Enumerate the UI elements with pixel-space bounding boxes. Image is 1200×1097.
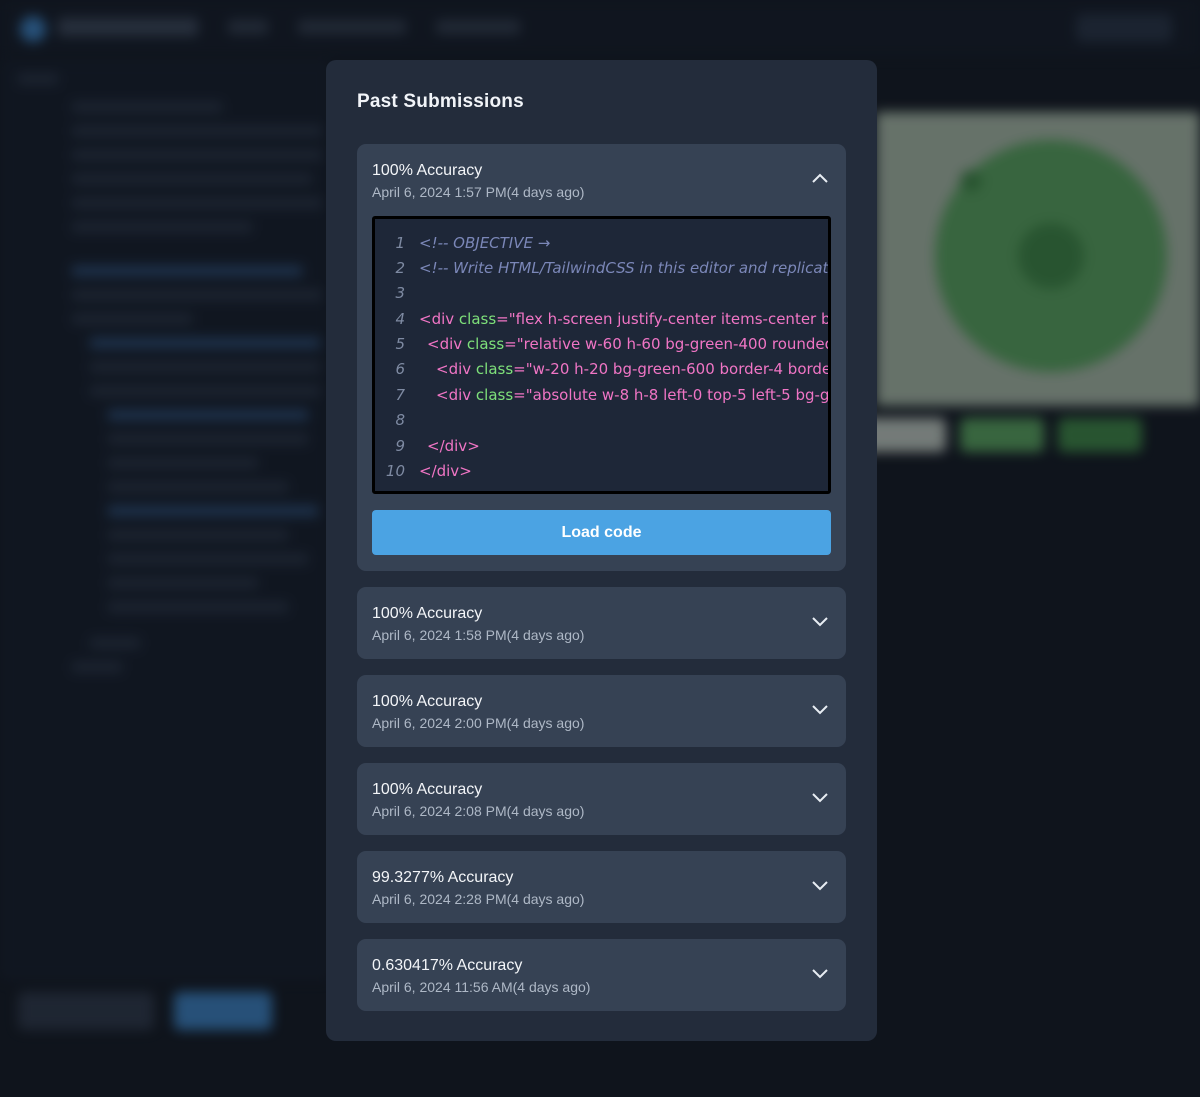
background-swatch-3 [1058, 418, 1142, 452]
submission-accuracy: 99.3277% Accuracy [372, 869, 514, 886]
chevron-up-icon[interactable] [811, 172, 829, 184]
submission-item: 99.3277% Accuracy April 6, 2024 2:28 PM(… [357, 851, 846, 923]
background-editor [0, 60, 330, 980]
chevron-down-icon[interactable] [811, 967, 829, 979]
background-top-button [1076, 14, 1172, 42]
background-bottom-button-2 [174, 992, 272, 1030]
chevron-down-icon[interactable] [811, 791, 829, 803]
submission-item: 0.630417% Accuracy April 6, 2024 11:56 A… [357, 939, 846, 1011]
background-logo [20, 16, 46, 42]
modal-title: Past Submissions [357, 91, 524, 112]
submission-accuracy: 100% Accuracy [372, 162, 483, 179]
past-submissions-modal: Past Submissions 100% Accuracy April 6, … [326, 60, 877, 1041]
submission-accuracy: 0.630417% Accuracy [372, 957, 523, 974]
submission-item: 100% Accuracy April 6, 2024 1:58 PM(4 da… [357, 587, 846, 659]
submission-header[interactable]: 100% Accuracy April 6, 2024 2:08 PM(4 da… [357, 763, 846, 835]
background-preview-inner [1018, 223, 1084, 289]
submission-date: April 6, 2024 1:57 PM(4 days ago) [372, 184, 585, 200]
chevron-down-icon[interactable] [811, 615, 829, 627]
chevron-down-icon[interactable] [811, 703, 829, 715]
background-nav-1 [228, 20, 268, 34]
code-preview: 1 <!-- OBJECTIVE → 2 <!-- Write HTML/Tai… [372, 216, 831, 494]
submission-accuracy: 100% Accuracy [372, 693, 483, 710]
submission-date: April 6, 2024 2:08 PM(4 days ago) [372, 803, 585, 819]
submission-header[interactable]: 0.630417% Accuracy April 6, 2024 11:56 A… [357, 939, 846, 1011]
load-code-button[interactable]: Load code [372, 510, 831, 555]
submission-date: April 6, 2024 1:58 PM(4 days ago) [372, 627, 585, 643]
background-swatch-2 [960, 418, 1044, 452]
background-bottom-button-1 [18, 992, 154, 1030]
background-logo-text [58, 18, 198, 36]
submission-accuracy: 100% Accuracy [372, 605, 483, 622]
submission-header[interactable]: 100% Accuracy April 6, 2024 1:57 PM(4 da… [357, 144, 846, 216]
background-preview-dot [960, 170, 982, 192]
chevron-down-icon[interactable] [811, 879, 829, 891]
background-nav-3 [436, 20, 520, 34]
submission-date: April 6, 2024 11:56 AM(4 days ago) [372, 979, 591, 995]
submission-accuracy: 100% Accuracy [372, 781, 483, 798]
submission-header[interactable]: 99.3277% Accuracy April 6, 2024 2:28 PM(… [357, 851, 846, 923]
submission-item: 100% Accuracy April 6, 2024 2:00 PM(4 da… [357, 675, 846, 747]
submission-date: April 6, 2024 2:00 PM(4 days ago) [372, 715, 585, 731]
submission-item: 100% Accuracy April 6, 2024 1:57 PM(4 da… [357, 144, 846, 571]
submission-header[interactable]: 100% Accuracy April 6, 2024 2:00 PM(4 da… [357, 675, 846, 747]
submission-item: 100% Accuracy April 6, 2024 2:08 PM(4 da… [357, 763, 846, 835]
background-nav-2 [298, 20, 406, 34]
submission-header[interactable]: 100% Accuracy April 6, 2024 1:58 PM(4 da… [357, 587, 846, 659]
submission-date: April 6, 2024 2:28 PM(4 days ago) [372, 891, 585, 907]
